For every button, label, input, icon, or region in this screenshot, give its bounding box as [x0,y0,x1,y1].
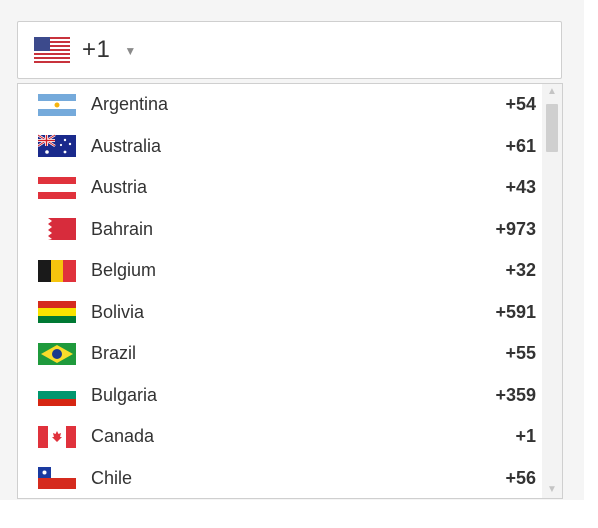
country-code-selector[interactable]: +1 ▼ [17,21,562,79]
country-name: Bulgaria [91,384,158,405]
canada-flag-icon [38,425,76,448]
scroll-down-arrow-icon[interactable]: ▼ [542,482,562,498]
country-dial-code: +359 [495,384,536,405]
brazil-flag-icon [38,342,76,365]
country-dial-code: +61 [505,135,536,156]
country-dial-code: +55 [505,343,536,364]
list-scrollbar[interactable]: ▲ ▼ [542,84,562,498]
country-option-canada[interactable]: Canada +1 [18,416,542,458]
country-option-belgium[interactable]: Belgium +32 [18,250,542,292]
bulgaria-flag-icon [38,384,76,407]
country-name: Bahrain [91,218,154,239]
country-option-bolivia[interactable]: Bolivia +591 [18,292,542,334]
country-name: Bolivia [91,301,145,322]
country-name: Austria [91,177,148,198]
country-dial-code: +1 [515,426,536,447]
caret-down-icon: ▼ [124,44,137,58]
country-dial-code: +54 [505,94,536,115]
chile-flag-icon [38,467,76,490]
country-list: Argentina +54 Australia +61 Austria +43 … [18,84,542,499]
country-dropdown-list[interactable]: Argentina +54 Australia +61 Austria +43 … [17,83,563,499]
country-dial-code: +56 [505,467,536,488]
country-option-australia[interactable]: Australia +61 [18,126,542,168]
austria-flag-icon [38,176,76,199]
country-option-austria[interactable]: Austria +43 [18,167,542,209]
bolivia-flag-icon [38,301,76,324]
us-flag-icon [34,37,70,63]
bahrain-flag-icon [38,218,76,241]
country-option-bulgaria[interactable]: Bulgaria +359 [18,375,542,417]
scrollbar-thumb[interactable] [546,104,558,152]
selected-country-code: +1 [82,36,111,63]
country-option-argentina[interactable]: Argentina +54 [18,84,542,126]
country-dial-code: +32 [505,260,536,281]
australia-flag-icon [38,134,76,158]
argentina-flag-icon [38,93,76,116]
country-name: Chile [91,467,133,488]
country-option-chile[interactable]: Chile +56 [18,458,542,499]
scroll-up-arrow-icon[interactable]: ▲ [542,84,562,100]
belgium-flag-icon [38,259,76,282]
country-name: Canada [91,426,155,447]
country-name: Belgium [91,260,157,281]
country-name: Australia [91,135,162,156]
country-dial-code: +43 [505,177,536,198]
country-dial-code: +591 [495,301,536,322]
country-option-bahrain[interactable]: Bahrain +973 [18,209,542,251]
country-option-brazil[interactable]: Brazil +55 [18,333,542,375]
country-dial-code: +973 [495,218,536,239]
country-name: Argentina [91,94,169,115]
country-name: Brazil [91,343,137,364]
